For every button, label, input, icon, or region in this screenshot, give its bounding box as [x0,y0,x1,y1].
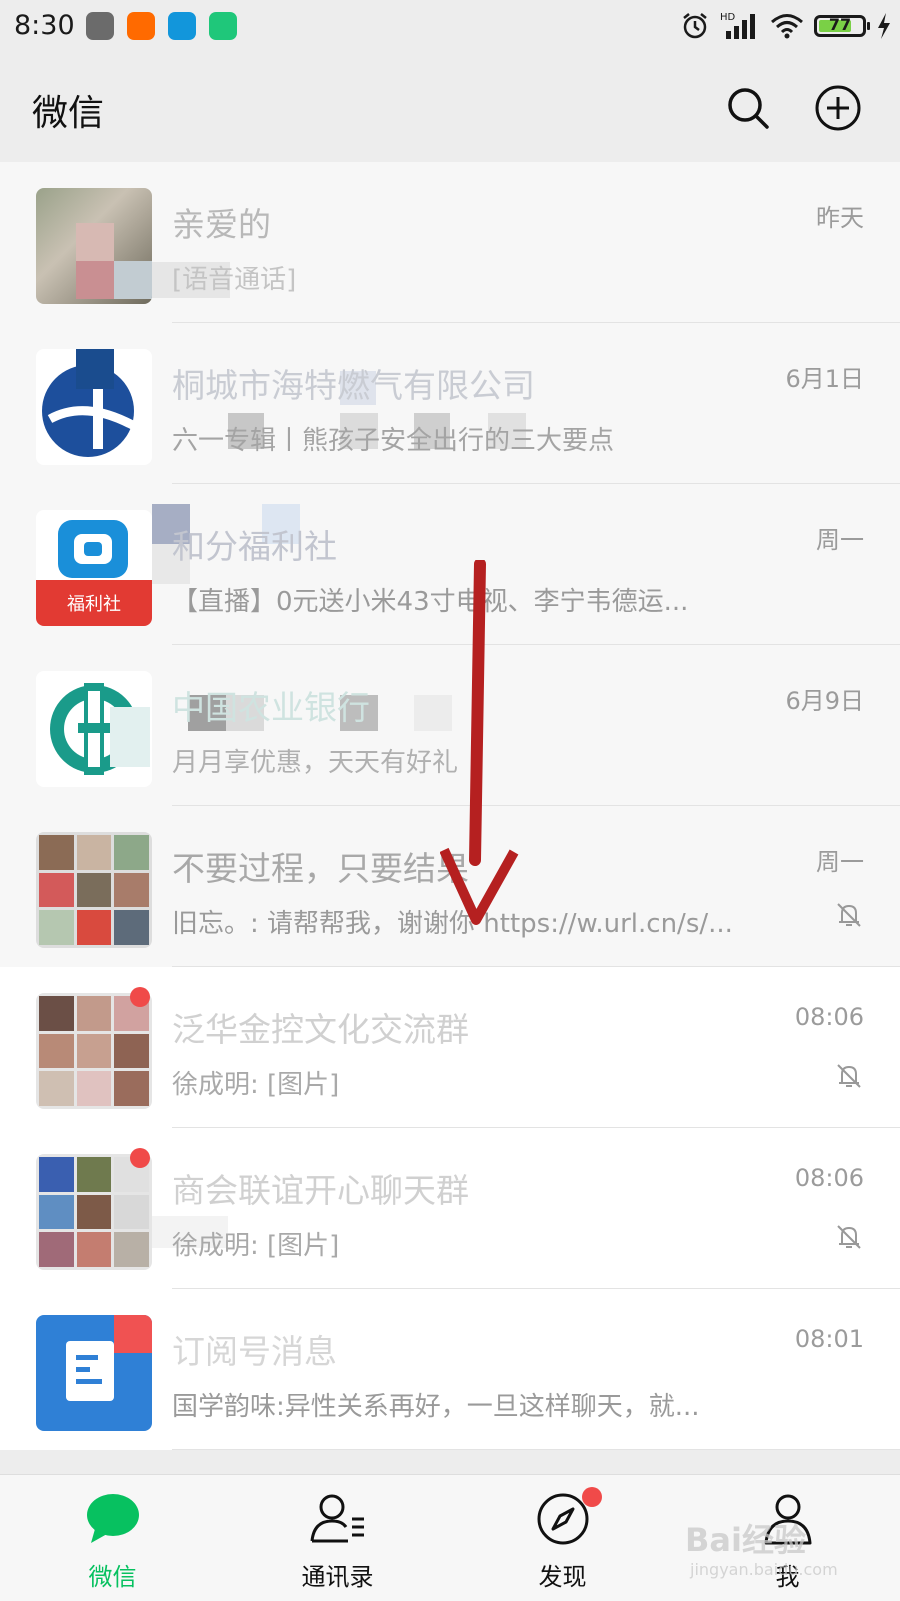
mi-app-icon [127,12,155,40]
app-header: 微信 [0,56,900,162]
chat-name: 亲爱的 [172,205,271,244]
chat-item[interactable]: 商会联谊开心聊天群 08:06 徐成明: [图片] [0,1128,900,1289]
chat-time: 08:06 [794,1003,864,1031]
wifi-icon [771,14,803,39]
battery-cap [867,22,870,30]
chat-item[interactable]: 桐城市海特燃气有限公司 6月1日 六一专辑丨熊孩子安全出行的三大要点 [0,323,900,484]
swipe-down-arrow-icon [440,560,519,925]
tab-discover[interactable]: 发现 [450,1475,675,1601]
chat-time: 08:01 [794,1325,864,1353]
signal-icon: HD [720,12,755,39]
chat-time: 6月1日 [785,365,864,393]
charging-icon [878,13,890,39]
chat-preview: 徐成明: [图片] [172,1231,340,1261]
chat-name: 订阅号消息 [172,1332,337,1371]
subscription-document-icon [66,1315,152,1401]
chat-time: 昨天 [816,204,864,232]
tab-chats[interactable]: 微信 [0,1475,225,1601]
avatar [36,1154,152,1270]
chat-item[interactable]: 泛华金控文化交流群 08:06 徐成明: [图片] [0,967,900,1128]
battery-level: 77 [828,15,852,34]
chat-bubble-icon [86,1494,139,1543]
add-button[interactable] [814,84,862,132]
unread-dot [130,987,150,1007]
mute-bell-icon [837,903,861,927]
group-avatar-grid [36,993,152,1109]
status-time: 8:30 [14,10,75,41]
chat-time: 6月9日 [785,687,864,715]
chat-preview: 国学韵味:异性关系再好，一旦这样聊天，就... [172,1392,700,1422]
avatar [36,1315,152,1431]
watermark-url: jingyan.baidu.com [690,1560,838,1579]
mute-bell-icon [837,1225,861,1249]
gas-company-logo [42,349,139,457]
chat-name: 不要过程，只要结果 [172,849,469,888]
watermark-logo: Bai经验 [685,1521,806,1559]
page-title: 微信 [32,93,105,134]
mute-bell-icon [837,1064,861,1088]
chat-name: 和分福利社 [172,527,337,566]
n-app-icon [168,12,196,40]
tab-contacts[interactable]: 通讯录 [225,1475,450,1601]
chat-time: 周一 [816,526,864,554]
chat-item[interactable]: 订阅号消息 08:01 国学韵味:异性关系再好，一旦这样聊天，就... [0,1289,900,1450]
battery-indicator: 77 [814,15,870,37]
mijia-app-icon [209,12,237,40]
app-notification-icon [86,12,114,40]
status-right: HD 77 [680,10,892,42]
avatar [36,832,152,948]
chat-preview: [语音通话] [172,265,297,295]
chat-name: 商会联谊开心聊天群 [172,1171,469,1210]
abc-bank-logo [50,683,150,775]
unread-dot [130,1148,150,1168]
tab-label: 通讯录 [301,1563,374,1591]
network-label: HD [720,12,736,23]
divider [172,1449,900,1450]
chat-item[interactable]: 亲爱的 昨天 [语音通话] [0,162,900,323]
group-avatar-grid [36,1154,152,1270]
chat-preview: 徐成明: [图片] [172,1070,340,1100]
group-avatar-grid [36,832,152,948]
tab-label: 发现 [538,1563,587,1591]
fulishe-logo: 福利社 [36,520,152,626]
chat-name: 中国农业银行 [172,688,370,727]
status-bar: 8:30 HD 77 [0,0,900,56]
chat-name: 泛华金控文化交流群 [172,1010,469,1049]
discover-badge-dot [582,1487,602,1507]
chat-time: 周一 [816,848,864,876]
chat-name: 桐城市海特燃气有限公司 [172,366,535,405]
avatar [36,349,152,465]
avatar [36,188,152,304]
avatar [36,993,152,1109]
chat-time: 08:06 [794,1164,864,1192]
logo-text: 福利社 [67,594,121,615]
tab-label: 微信 [88,1563,137,1591]
alarm-icon [683,13,707,39]
contacts-icon [310,1494,364,1543]
avatar [36,671,152,787]
avatar: 福利社 [36,510,152,626]
search-icon[interactable] [724,84,772,132]
chat-preview: 六一专辑丨熊孩子安全出行的三大要点 [172,426,615,456]
